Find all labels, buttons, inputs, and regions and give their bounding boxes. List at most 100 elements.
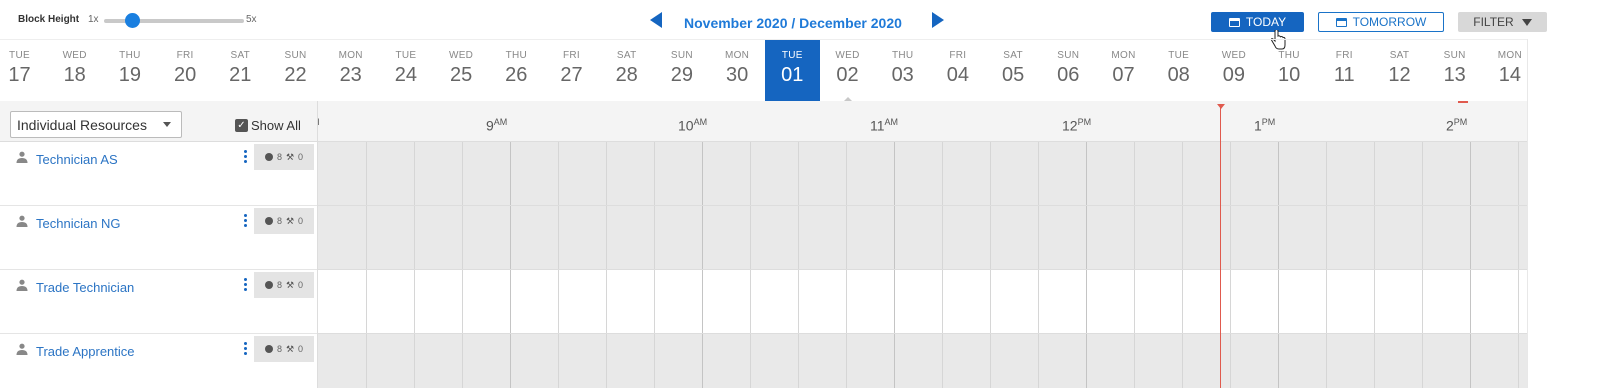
grid-line bbox=[1422, 206, 1423, 269]
clock-icon bbox=[264, 345, 273, 353]
date-cell[interactable]: SAT 21 bbox=[213, 40, 268, 102]
date-cell[interactable]: FRI 20 bbox=[158, 40, 213, 102]
grid-line bbox=[990, 270, 991, 333]
grid-line bbox=[1230, 142, 1231, 205]
date-day-number: 22 bbox=[284, 64, 307, 86]
date-cell[interactable]: MON 23 bbox=[323, 40, 378, 102]
date-cell[interactable]: WED 18 bbox=[47, 40, 102, 102]
date-weekday: SUN bbox=[1443, 50, 1466, 61]
date-strip: TUE 17 WED 18 THU 19 FRI 20 SAT 21 SUN 22 MON 23 TUE 24… bbox=[0, 39, 1560, 102]
resource-timeline-row[interactable] bbox=[317, 270, 1527, 334]
date-weekday: THU bbox=[1278, 50, 1300, 61]
tomorrow-button[interactable]: TOMORROW bbox=[1318, 12, 1444, 32]
date-cell[interactable]: TUE 08 bbox=[1151, 40, 1206, 102]
next-period-button[interactable] bbox=[932, 12, 944, 28]
date-cell[interactable]: THU 03 bbox=[875, 40, 930, 102]
grid-line bbox=[1086, 334, 1087, 388]
grid-line bbox=[462, 142, 463, 205]
date-cell[interactable]: SUN 29 bbox=[654, 40, 709, 102]
grid-line bbox=[1374, 334, 1375, 388]
date-cell[interactable]: SAT 28 bbox=[599, 40, 654, 102]
date-cell[interactable]: WED 02 bbox=[820, 40, 875, 102]
date-cell[interactable]: FRI 11 bbox=[1317, 40, 1372, 102]
grid-line bbox=[1470, 142, 1471, 205]
block-height-label: Block Height bbox=[18, 14, 80, 25]
date-cell[interactable]: TUE 01 bbox=[764, 40, 820, 102]
date-weekday: WED bbox=[448, 50, 474, 61]
grid-line bbox=[1230, 270, 1231, 333]
date-weekday: WED bbox=[1221, 50, 1246, 61]
grid-line bbox=[942, 142, 943, 205]
date-cell[interactable]: SAT 05 bbox=[986, 40, 1041, 102]
date-cell[interactable]: MON 07 bbox=[1096, 40, 1151, 102]
date-day-number: 25 bbox=[449, 64, 473, 86]
more-options-icon[interactable] bbox=[242, 214, 248, 232]
date-day-number: 07 bbox=[1112, 64, 1135, 86]
grid-line bbox=[558, 334, 559, 388]
date-weekday: TUE bbox=[781, 50, 803, 61]
resource-hours: 8 bbox=[276, 344, 282, 354]
date-cell[interactable]: THU 26 bbox=[489, 40, 544, 102]
grid-line bbox=[510, 206, 511, 269]
more-options-icon[interactable] bbox=[242, 278, 248, 296]
date-cell[interactable]: WED 25 bbox=[434, 40, 489, 102]
grid-line bbox=[894, 206, 895, 269]
hour-label: 11AM bbox=[870, 117, 898, 134]
show-all-checkbox[interactable]: ✓ Show All bbox=[235, 118, 301, 133]
grid-line bbox=[1326, 142, 1327, 205]
more-options-icon[interactable] bbox=[242, 150, 248, 168]
date-day-number: 10 bbox=[1277, 64, 1301, 86]
date-cell[interactable]: FRI 27 bbox=[544, 40, 599, 102]
previous-period-button[interactable] bbox=[650, 12, 662, 28]
date-cell[interactable]: THU 10 bbox=[1262, 40, 1317, 102]
resource-name-link[interactable]: Technician NG bbox=[36, 216, 121, 231]
date-cell[interactable]: SAT 12 bbox=[1372, 40, 1427, 102]
today-button[interactable]: TODAY bbox=[1211, 12, 1304, 32]
resource-type-select[interactable]: Individual Resources bbox=[10, 111, 182, 138]
grid-line bbox=[702, 334, 703, 388]
grid-line bbox=[798, 334, 799, 388]
date-cell[interactable]: SUN 13 bbox=[1427, 40, 1482, 102]
caret-down-icon bbox=[1521, 18, 1532, 26]
toolbar: Block Height 1x 5x November 2020 / Decem… bbox=[8, 6, 1568, 39]
date-day-number: 24 bbox=[394, 64, 418, 86]
filter-button[interactable]: FILTER bbox=[1458, 12, 1547, 32]
grid-line bbox=[414, 142, 415, 205]
grid-line bbox=[1086, 142, 1087, 205]
date-cell[interactable]: SUN 06 bbox=[1041, 40, 1096, 102]
grid-line bbox=[1518, 142, 1519, 205]
resource-timeline-row[interactable] bbox=[317, 334, 1527, 388]
hour-meridiem: AM bbox=[493, 117, 508, 127]
date-cell[interactable]: SUN 22 bbox=[268, 40, 323, 102]
date-cell[interactable]: FRI 04 bbox=[930, 40, 985, 102]
date-weekday: SAT bbox=[230, 50, 251, 61]
grid-line bbox=[1278, 142, 1279, 205]
date-cell[interactable]: WED 09 bbox=[1206, 40, 1261, 102]
date-cell[interactable]: MON 30 bbox=[710, 40, 765, 102]
grid-line bbox=[798, 270, 799, 333]
date-day-number: 30 bbox=[725, 64, 749, 86]
clock-icon bbox=[264, 217, 273, 225]
grid-line bbox=[1470, 334, 1471, 388]
hour-meridiem: PM bbox=[1077, 117, 1092, 127]
person-icon bbox=[16, 343, 28, 355]
date-day-number: 26 bbox=[505, 64, 528, 86]
resource-name-link[interactable]: Trade Apprentice bbox=[36, 344, 135, 359]
grid-line bbox=[558, 142, 559, 205]
current-time-marker bbox=[1217, 104, 1225, 109]
date-cell[interactable]: TUE 24 bbox=[378, 40, 433, 102]
resource-stats: 8 ⚒ 0 bbox=[254, 336, 314, 362]
scrollbar-track[interactable] bbox=[1527, 39, 1560, 388]
date-cell[interactable]: TUE 17 bbox=[0, 40, 47, 102]
resource-timeline-row[interactable] bbox=[317, 206, 1527, 270]
grid-line bbox=[1038, 334, 1039, 388]
grid-line bbox=[366, 206, 367, 269]
block-height-slider-thumb[interactable] bbox=[125, 13, 140, 28]
date-cell[interactable]: THU 19 bbox=[102, 40, 157, 102]
date-weekday: FRI bbox=[1335, 50, 1353, 61]
resource-name-link[interactable]: Trade Technician bbox=[36, 280, 134, 295]
resource-name-link[interactable]: Technician AS bbox=[36, 152, 118, 167]
grid-line bbox=[558, 270, 559, 333]
resource-timeline-row[interactable] bbox=[317, 142, 1527, 206]
more-options-icon[interactable] bbox=[242, 342, 248, 360]
